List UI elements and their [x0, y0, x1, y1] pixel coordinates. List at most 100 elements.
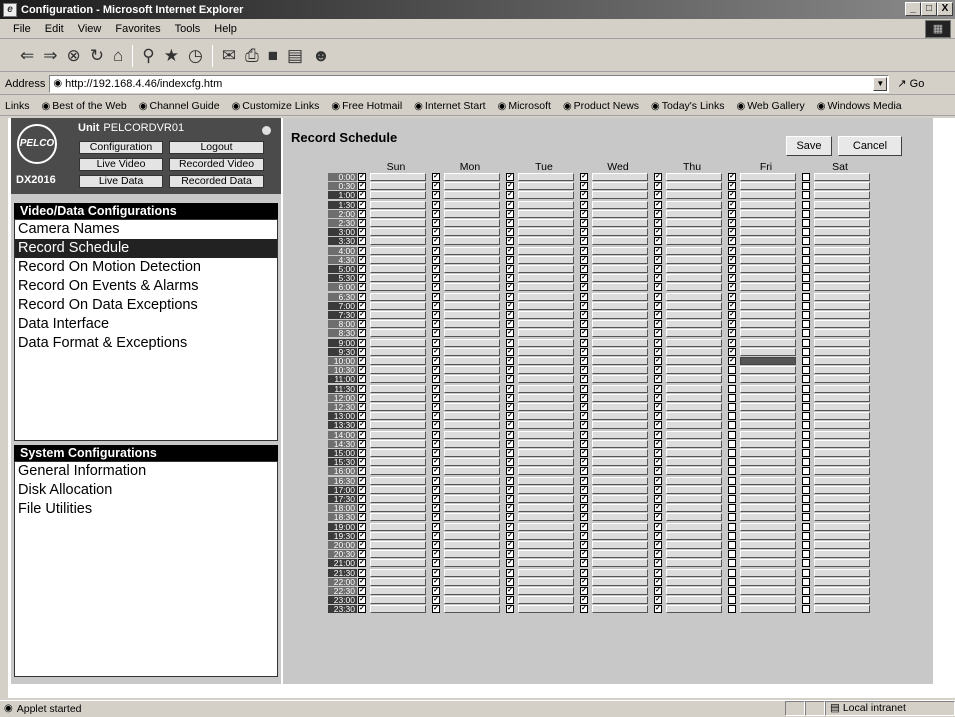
- schedule-cell-sun[interactable]: [370, 476, 426, 485]
- checkbox-fri[interactable]: [728, 467, 736, 476]
- checkbox-sat[interactable]: [802, 246, 810, 255]
- schedule-cell-tue[interactable]: [518, 403, 574, 411]
- schedule-cell-mon[interactable]: [444, 559, 500, 568]
- checkbox-fri[interactable]: [728, 458, 736, 467]
- checkbox-tue[interactable]: ✓: [506, 430, 514, 439]
- checkbox-tue[interactable]: ✓: [506, 246, 514, 255]
- checkbox-thu[interactable]: ✓: [654, 439, 662, 448]
- checkbox-wed[interactable]: ✓: [580, 430, 588, 439]
- schedule-cell-thu[interactable]: [666, 412, 722, 421]
- checkbox-fri[interactable]: ✓: [728, 265, 736, 273]
- schedule-cell-wed[interactable]: [592, 375, 648, 384]
- schedule-cell-sun[interactable]: [370, 375, 426, 384]
- checkbox-fri[interactable]: [728, 476, 736, 485]
- checkbox-sat[interactable]: [802, 522, 810, 531]
- checkbox-thu[interactable]: ✓: [654, 283, 662, 292]
- recorded-video-button[interactable]: Recorded Video: [169, 158, 264, 171]
- schedule-cell-sat[interactable]: [814, 283, 870, 292]
- menu-item-record-on-events[interactable]: Record On Events & Alarms: [15, 277, 277, 296]
- schedule-cell-wed[interactable]: [592, 531, 648, 540]
- checkbox-sun[interactable]: ✓: [358, 320, 366, 329]
- schedule-cell-fri[interactable]: [740, 541, 796, 549]
- checkbox-thu[interactable]: ✓: [654, 485, 662, 494]
- link-item[interactable]: ◉ Free Hotmail: [331, 100, 402, 112]
- checkbox-tue[interactable]: ✓: [506, 439, 514, 448]
- checkbox-wed[interactable]: ✓: [580, 531, 588, 540]
- schedule-cell-thu[interactable]: [666, 449, 722, 457]
- schedule-cell-sun[interactable]: [370, 182, 426, 191]
- checkbox-mon[interactable]: ✓: [432, 209, 440, 218]
- schedule-cell-wed[interactable]: [592, 467, 648, 476]
- checkbox-sun[interactable]: ✓: [358, 347, 366, 356]
- checkbox-tue[interactable]: ✓: [506, 311, 514, 319]
- schedule-cell-fri[interactable]: [740, 393, 796, 402]
- schedule-cell-sat[interactable]: [814, 237, 870, 246]
- schedule-cell-tue[interactable]: [518, 320, 574, 329]
- checkbox-thu[interactable]: ✓: [654, 504, 662, 513]
- checkbox-thu[interactable]: ✓: [654, 412, 662, 421]
- checkbox-thu[interactable]: ✓: [654, 587, 662, 595]
- schedule-cell-mon[interactable]: [444, 320, 500, 329]
- checkbox-tue[interactable]: ✓: [506, 366, 514, 375]
- checkbox-wed[interactable]: ✓: [580, 587, 588, 595]
- schedule-cell-sun[interactable]: [370, 430, 426, 439]
- schedule-cell-tue[interactable]: [518, 559, 574, 568]
- checkbox-thu[interactable]: ✓: [654, 476, 662, 485]
- schedule-cell-sun[interactable]: [370, 522, 426, 531]
- schedule-cell-sun[interactable]: [370, 246, 426, 255]
- schedule-cell-tue[interactable]: [518, 439, 574, 448]
- schedule-cell-sat[interactable]: [814, 531, 870, 540]
- schedule-cell-sun[interactable]: [370, 403, 426, 411]
- checkbox-sun[interactable]: ✓: [358, 191, 366, 200]
- checkbox-sun[interactable]: ✓: [358, 541, 366, 549]
- checkbox-mon[interactable]: ✓: [432, 421, 440, 430]
- checkbox-wed[interactable]: ✓: [580, 458, 588, 467]
- checkbox-wed[interactable]: ✓: [580, 393, 588, 402]
- checkbox-sat[interactable]: [802, 228, 810, 237]
- checkbox-wed[interactable]: ✓: [580, 228, 588, 237]
- checkbox-thu[interactable]: ✓: [654, 228, 662, 237]
- menu-item-file-utilities[interactable]: File Utilities: [15, 500, 277, 519]
- schedule-cell-fri[interactable]: [740, 531, 796, 540]
- print-icon[interactable]: ⎙: [245, 46, 259, 66]
- checkbox-sun[interactable]: ✓: [358, 449, 366, 457]
- checkbox-thu[interactable]: ✓: [654, 219, 662, 227]
- checkbox-sun[interactable]: ✓: [358, 265, 366, 273]
- checkbox-thu[interactable]: ✓: [654, 605, 662, 614]
- schedule-cell-sun[interactable]: [370, 200, 426, 209]
- schedule-cell-fri[interactable]: [740, 485, 796, 494]
- schedule-cell-thu[interactable]: [666, 246, 722, 255]
- schedule-cell-thu[interactable]: [666, 228, 722, 237]
- mail-icon[interactable]: ✉: [222, 46, 236, 66]
- checkbox-thu[interactable]: ✓: [654, 366, 662, 375]
- chevron-down-icon[interactable]: ▼: [873, 76, 888, 91]
- checkbox-tue[interactable]: ✓: [506, 495, 514, 503]
- schedule-cell-mon[interactable]: [444, 301, 500, 310]
- checkbox-wed[interactable]: ✓: [580, 513, 588, 522]
- checkbox-mon[interactable]: ✓: [432, 458, 440, 467]
- checkbox-tue[interactable]: ✓: [506, 329, 514, 338]
- menu-item-record-schedule[interactable]: Record Schedule: [15, 239, 277, 258]
- schedule-cell-thu[interactable]: [666, 255, 722, 264]
- checkbox-thu[interactable]: ✓: [654, 513, 662, 522]
- schedule-cell-fri[interactable]: [740, 587, 796, 595]
- schedule-cell-wed[interactable]: [592, 173, 648, 181]
- logout-button[interactable]: Logout: [169, 141, 264, 154]
- schedule-cell-sat[interactable]: [814, 329, 870, 338]
- schedule-cell-sat[interactable]: [814, 173, 870, 181]
- checkbox-tue[interactable]: ✓: [506, 255, 514, 264]
- checkbox-tue[interactable]: ✓: [506, 522, 514, 531]
- schedule-cell-thu[interactable]: [666, 173, 722, 181]
- schedule-cell-fri[interactable]: [740, 577, 796, 586]
- checkbox-mon[interactable]: ✓: [432, 485, 440, 494]
- schedule-cell-thu[interactable]: [666, 495, 722, 503]
- checkbox-sat[interactable]: [802, 375, 810, 384]
- checkbox-mon[interactable]: ✓: [432, 504, 440, 513]
- schedule-cell-thu[interactable]: [666, 200, 722, 209]
- schedule-cell-mon[interactable]: [444, 577, 500, 586]
- schedule-cell-tue[interactable]: [518, 430, 574, 439]
- schedule-cell-mon[interactable]: [444, 292, 500, 301]
- checkbox-tue[interactable]: ✓: [506, 265, 514, 273]
- schedule-cell-sat[interactable]: [814, 182, 870, 191]
- schedule-cell-tue[interactable]: [518, 292, 574, 301]
